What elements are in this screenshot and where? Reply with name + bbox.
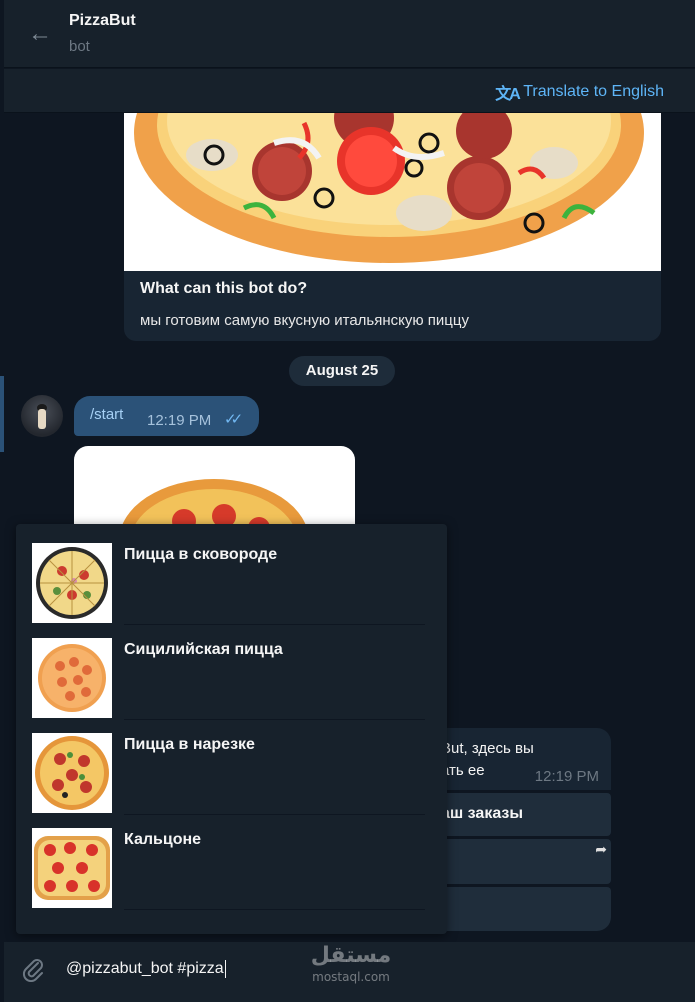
share-arrow-icon: ➦ [595, 841, 607, 857]
intro-title: What can this bot do? [140, 280, 308, 297]
translate-icon: 文A [495, 86, 521, 103]
intro-pizza-image [124, 113, 661, 271]
message-time: 12:19 PM [147, 412, 212, 429]
translate-label: Translate to English [523, 83, 664, 100]
bot-message-line-1: But, здесь вы [441, 740, 534, 757]
chat-header: ← PizzaBut bot [4, 0, 695, 68]
avatar[interactable] [21, 395, 63, 437]
text-caret [224, 960, 226, 978]
bot-message-time: 12:19 PM [534, 768, 599, 785]
inline-result-title: Пицца в сковороде [124, 546, 278, 563]
pizza-thumbnail [32, 828, 112, 908]
bot-message[interactable]: But, здесь вы ать ее 12:19 PM [429, 728, 611, 790]
inline-results-popup: Пицца в сковороде Сицилийская пицца Пицц… [16, 524, 447, 934]
watermark-latin: mostaql.com [312, 970, 390, 984]
message-input[interactable]: @pizzabut_bot #pizza [66, 960, 466, 978]
keyboard-button-orders[interactable]: аш заказы [429, 793, 611, 836]
message-text: /start [90, 406, 124, 423]
pizza-thumbnail [32, 733, 112, 813]
inline-result-item[interactable]: Сицилийская пицца [16, 619, 447, 720]
inline-result-item[interactable]: Пицца в сковороде [16, 524, 447, 625]
translate-button[interactable]: 文A Translate to English [495, 80, 664, 104]
paperclip-icon[interactable] [18, 956, 48, 986]
inline-result-item[interactable]: Кальцоне [16, 809, 447, 910]
pizza-illustration [134, 113, 644, 263]
inline-result-title: Сицилийская пицца [124, 641, 283, 658]
keyboard-button-label: аш заказы [441, 805, 524, 822]
message-input-value: @pizzabut_bot #pizza [66, 960, 224, 978]
message-composer: @pizzabut_bot #pizza مستقل mostaql.com [4, 942, 695, 1002]
date-separator: August 25 [289, 356, 395, 386]
pizza-photo [119, 479, 309, 536]
chat-subtitle: bot [69, 38, 90, 55]
intro-text: мы готовим самую вкусную итальянскую пиц… [140, 312, 469, 329]
bot-photo-message[interactable] [74, 446, 355, 536]
keyboard-button-share[interactable]: ➦ [429, 839, 611, 884]
divider [124, 909, 425, 910]
chat-title[interactable]: PizzaBut [69, 12, 136, 30]
bot-message-line-2: ать ее [441, 762, 485, 779]
watermark-logo: مستقل mostaql.com [306, 942, 396, 986]
selection-indicator [0, 376, 4, 452]
inline-result-title: Пицца в нарезке [124, 736, 255, 753]
bot-intro-card: What can this bot do? мы готовим самую в… [124, 113, 661, 341]
inline-result-item[interactable]: Пицца в нарезке [16, 714, 447, 815]
inline-result-title: Кальцоне [124, 831, 202, 848]
double-check-icon: ✓✓ [224, 411, 243, 428]
outgoing-message[interactable]: /start 12:19 PM ✓✓ [74, 396, 259, 436]
keyboard-button-3[interactable] [429, 887, 611, 931]
arrow-left-icon[interactable]: ← [24, 18, 56, 50]
translate-bar: 文A Translate to English [4, 69, 695, 113]
avatar-figure [38, 409, 46, 429]
pizza-thumbnail [32, 638, 112, 718]
watermark-arabic: مستقل [310, 943, 392, 968]
pizza-thumbnail [32, 543, 112, 623]
